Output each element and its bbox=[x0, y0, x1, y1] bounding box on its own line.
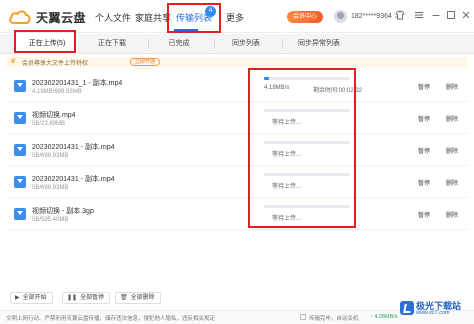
tab-divider bbox=[148, 39, 149, 49]
progress-bar bbox=[264, 141, 350, 144]
pause-button[interactable]: 暂停 bbox=[418, 82, 430, 91]
progress-bar bbox=[264, 109, 350, 112]
close-icon[interactable] bbox=[460, 10, 472, 22]
upload-status: 等待上传... bbox=[272, 120, 302, 126]
delete-all-button[interactable]: 🗑 全部删除 bbox=[115, 292, 161, 304]
site-watermark: 极光下载站 www.xz7.com bbox=[398, 298, 472, 320]
tab-completed[interactable]: 已完成 bbox=[150, 34, 208, 54]
tab-sync-errors-label: 同步异常列表 bbox=[298, 40, 340, 47]
tab-sync-list[interactable]: 同步列表 bbox=[216, 34, 276, 54]
pause-button[interactable]: 暂停 bbox=[418, 114, 430, 123]
delete-button[interactable]: 删除 bbox=[446, 178, 458, 187]
tab-divider bbox=[214, 39, 215, 49]
maximize-icon[interactable] bbox=[445, 10, 457, 22]
nav-family-share[interactable]: 家庭共享 bbox=[135, 11, 171, 24]
menu-icon[interactable] bbox=[413, 10, 425, 22]
delete-button[interactable]: 删除 bbox=[446, 114, 458, 123]
progress-bar bbox=[264, 77, 350, 80]
total-upload-speed: ↑ 4.28MB/s bbox=[370, 314, 398, 320]
list-item[interactable]: 202302201431 - 副本.mp4 0B/699.93MB 等待上传..… bbox=[6, 166, 468, 198]
file-size: 0B/595.40MB bbox=[32, 217, 69, 223]
compliance-notice: 文明上网行动、严禁利用天翼云盘传播、储存违法信息，侵犯他人隐私，违反相关规定 bbox=[6, 316, 216, 322]
delete-button[interactable]: 删除 bbox=[446, 82, 458, 91]
app-name: 天翼云盘 bbox=[36, 10, 87, 25]
list-item[interactable]: 视频切换 - 副本.3gp 0B/595.40MB 等待上传... 暂停 删除 bbox=[6, 198, 468, 230]
file-name: 视频切换.mp4 bbox=[32, 112, 76, 119]
progress-fill bbox=[264, 77, 270, 80]
tab-divider bbox=[282, 39, 283, 49]
vip-notice-banner: ♛ 会员尊享大文件上传特权 立即开通 bbox=[6, 57, 468, 67]
title-bar: 天翼云盘 个人文件 家庭共享 传输列表 4 更多 会员中心 182*****93… bbox=[0, 0, 474, 33]
list-item[interactable]: 202302201431_1 - 副本.mp4 4.19MB/699.93MB … bbox=[6, 70, 468, 102]
vip-center-button[interactable]: 会员中心 bbox=[287, 11, 324, 23]
file-size: 4.19MB/699.93MB bbox=[32, 89, 82, 95]
auto-shutdown-label: 传输完毕，自动关机 bbox=[309, 316, 359, 322]
video-file-icon bbox=[14, 176, 26, 188]
app-logo[interactable]: 天翼云盘 bbox=[8, 8, 86, 26]
delete-all-label: 全部删除 bbox=[130, 295, 155, 301]
delete-button[interactable]: 删除 bbox=[446, 146, 458, 155]
file-name: 202302201431 - 副本.mp4 bbox=[32, 176, 115, 183]
notice-text: 会员尊享大文件上传特权 bbox=[22, 61, 89, 67]
file-size: 0B/699.93MB bbox=[32, 153, 69, 159]
file-size: 0B/23.89MB bbox=[32, 121, 66, 127]
delete-button[interactable]: 删除 bbox=[446, 210, 458, 219]
video-file-icon bbox=[14, 112, 26, 124]
transfer-count-badge: 4 bbox=[205, 6, 216, 17]
tab-downloading[interactable]: 正在下载 bbox=[82, 34, 142, 54]
nav-more[interactable]: 更多 bbox=[226, 11, 244, 24]
pause-all-button[interactable]: ❚❚ 全部暂停 bbox=[62, 292, 111, 304]
watermark-url: www.xz7.com bbox=[416, 310, 450, 316]
avatar[interactable] bbox=[334, 10, 347, 23]
upload-speed: 4.19MB/s bbox=[264, 85, 290, 91]
pause-all-label: 全部暂停 bbox=[80, 295, 105, 301]
pause-button[interactable]: 暂停 bbox=[418, 210, 430, 219]
start-all-label: 全部开始 bbox=[22, 295, 47, 301]
crown-icon: ♛ bbox=[10, 58, 17, 65]
upload-status: 等待上传... bbox=[272, 184, 302, 190]
file-size: 0B/699.93MB bbox=[32, 185, 69, 191]
pause-button[interactable]: 暂停 bbox=[418, 178, 430, 187]
pause-button[interactable]: 暂停 bbox=[418, 146, 430, 155]
nav-active-indicator bbox=[174, 29, 198, 31]
site-logo-icon bbox=[400, 301, 414, 315]
activate-now-button[interactable]: 立即开通 bbox=[130, 58, 161, 66]
user-account[interactable]: 182*****9364 ⌄ bbox=[351, 12, 400, 20]
play-icon: ▶ bbox=[15, 295, 20, 301]
transfer-tabs: 正在上传(5) 正在下载 已完成 同步列表 同步异常列表 bbox=[0, 34, 474, 54]
video-file-icon bbox=[14, 80, 26, 92]
list-item[interactable]: 视频切换.mp4 0B/23.89MB 等待上传... 暂停 删除 bbox=[6, 102, 468, 134]
list-item[interactable]: 202302201431 - 副本.mp4 0B/699.93MB 等待上传..… bbox=[6, 134, 468, 166]
progress-bar bbox=[264, 173, 350, 176]
upload-status: 等待上传... bbox=[272, 152, 302, 158]
auto-shutdown-checkbox[interactable] bbox=[300, 314, 306, 320]
cloud-logo-icon bbox=[9, 10, 31, 24]
pause-icon: ❚❚ bbox=[67, 295, 78, 301]
tab-completed-label: 已完成 bbox=[168, 40, 190, 47]
file-name: 202302201431_1 - 副本.mp4 bbox=[32, 80, 123, 87]
tab-sync-list-label: 同步列表 bbox=[232, 40, 260, 47]
upload-status: 等待上传... bbox=[272, 216, 302, 222]
file-name: 视频切换 - 副本.3gp bbox=[32, 208, 94, 215]
nav-personal-files[interactable]: 个人文件 bbox=[95, 11, 131, 24]
user-phone: 182*****9364 bbox=[351, 13, 392, 20]
skin-icon[interactable] bbox=[394, 10, 406, 22]
start-all-button[interactable]: ▶ 全部开始 bbox=[10, 292, 53, 304]
trash-icon: 🗑 bbox=[120, 295, 128, 301]
tab-sync-errors[interactable]: 同步异常列表 bbox=[284, 34, 354, 54]
tab-downloading-label: 正在下载 bbox=[98, 40, 126, 47]
tab-uploading[interactable]: 正在上传(5) bbox=[16, 34, 78, 54]
minimize-icon[interactable] bbox=[430, 10, 442, 22]
file-name: 202302201431 - 副本.mp4 bbox=[32, 144, 115, 151]
video-file-icon bbox=[14, 208, 26, 220]
remaining-time: 剩余时间:00:02:32 bbox=[313, 88, 363, 94]
progress-bar bbox=[264, 205, 350, 208]
video-file-icon bbox=[14, 144, 26, 156]
tab-uploading-label: 正在上传(5) bbox=[28, 40, 66, 47]
